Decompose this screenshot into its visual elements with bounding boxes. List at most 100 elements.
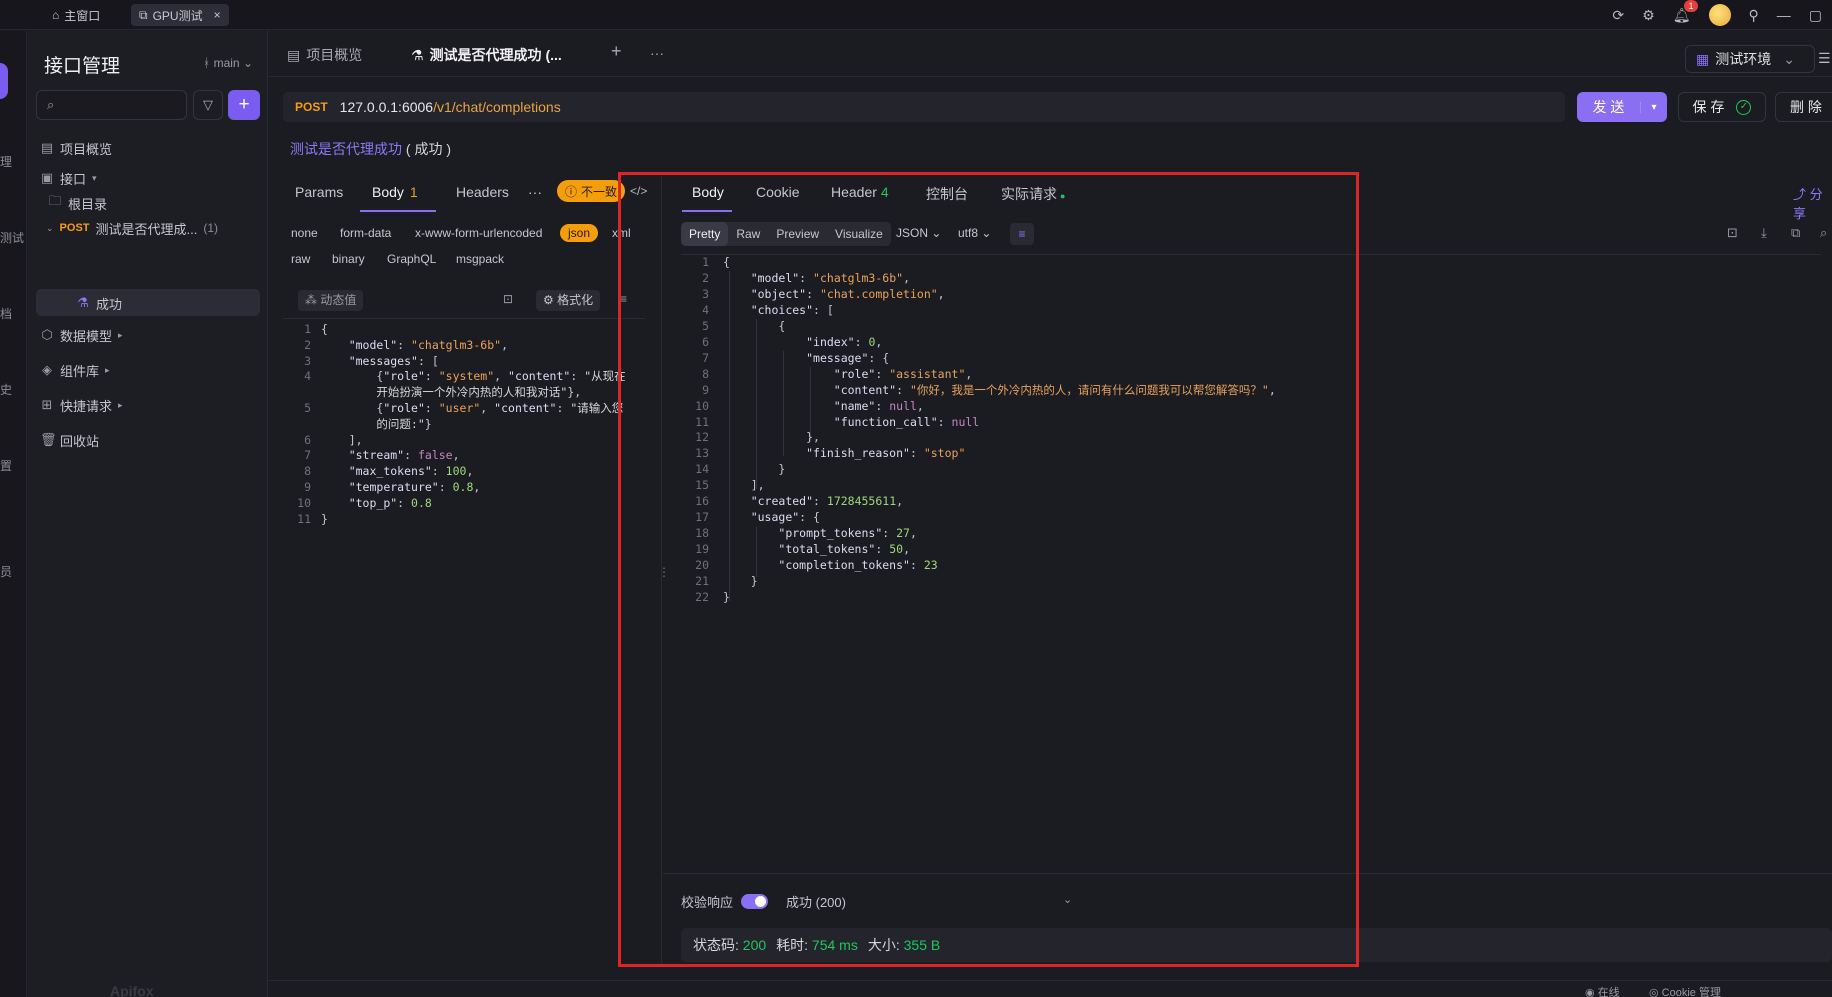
search-input[interactable]: ⌕: [36, 90, 187, 120]
request-body-editor[interactable]: 1{2 "model": "chatglm3-6b", 3 "messages":…: [283, 318, 645, 968]
rail-item[interactable]: 档: [0, 305, 12, 322]
environment-selector[interactable]: ▦ 测试环境 ⌄: [1685, 45, 1815, 73]
body-type-binary[interactable]: binary: [332, 252, 365, 266]
share-button[interactable]: ⤴ 分享: [1793, 184, 1832, 222]
format-select[interactable]: JSON ⌄: [896, 226, 941, 240]
case-name[interactable]: 测试是否代理成功: [290, 141, 402, 157]
wrap-icon[interactable]: ≡: [620, 292, 627, 306]
sidebar-item-root[interactable]: 🗀︎ 根目录: [48, 190, 107, 216]
tab-console[interactable]: 控制台: [926, 184, 968, 204]
window-tab-gpu[interactable]: ⧉ GPU测试 ×: [131, 4, 229, 26]
filter-button[interactable]: ▽: [193, 90, 223, 120]
close-icon[interactable]: ×: [214, 8, 221, 22]
sidebar-item-endpoint[interactable]: ⌄ POST 测试是否代理成... (1): [46, 215, 218, 241]
encoding-select[interactable]: utf8 ⌄: [958, 226, 991, 240]
tab-endpoint-case[interactable]: ⚗ 测试是否代理成功 (...: [411, 45, 562, 65]
copy-icon[interactable]: ⧉: [1791, 225, 1800, 241]
line-number: 9: [304, 480, 311, 494]
format-preview[interactable]: Preview: [768, 222, 827, 246]
format-raw[interactable]: Raw: [728, 222, 768, 246]
tab-label: Header: [831, 184, 877, 200]
cookie-icon: ◎: [1649, 987, 1662, 997]
new-tab-button[interactable]: +: [611, 41, 622, 62]
refresh-icon[interactable]: ⟳: [1612, 7, 1624, 24]
chevron-down-icon[interactable]: ▾: [1640, 101, 1667, 113]
body-type-raw[interactable]: raw: [291, 252, 310, 266]
url-input[interactable]: POST 127.0.0.1:6006/v1/chat/completions: [283, 92, 1565, 122]
tab-more[interactable]: ···: [528, 184, 542, 200]
gear-icon[interactable]: ⚙: [1642, 7, 1655, 24]
method-selector[interactable]: POST: [295, 100, 328, 114]
chevron-down-icon[interactable]: ⌄: [1063, 893, 1072, 906]
tab-cookie[interactable]: Cookie: [756, 184, 800, 200]
save-button[interactable]: 保 存 ✓: [1678, 92, 1766, 122]
body-type-form-data[interactable]: form-data: [340, 226, 391, 240]
code-line: 5 {"role": "user", "content": "请输入您: [283, 401, 645, 417]
online-status[interactable]: ◉ 在线: [1585, 984, 1620, 997]
line-number: 18: [695, 526, 709, 541]
tab-actual-request[interactable]: 实际请求 ●: [1001, 184, 1065, 204]
tab-params[interactable]: Params: [295, 184, 343, 200]
response-body-viewer[interactable]: 1{2 "model": "chatglm3-6b", 3 "object": "…: [681, 254, 1821, 864]
window-tab-main[interactable]: ⌂ 主窗口: [44, 4, 108, 26]
expand-icon[interactable]: ⊡: [503, 292, 513, 306]
body-type-graphql[interactable]: GraphQL: [387, 252, 436, 266]
maximize-icon[interactable]: ▢: [1809, 7, 1822, 24]
avatar[interactable]: [1708, 4, 1731, 26]
code-line: 2 "model": "chatglm3-6b",: [681, 271, 910, 287]
line-number: 12: [695, 430, 709, 445]
branch-selector[interactable]: ᚼ main ⌄: [203, 56, 253, 70]
body-type-urlencoded[interactable]: x-www-form-urlencoded: [415, 226, 542, 240]
inconsistency-badge[interactable]: ⓘ 不一致: [557, 180, 626, 202]
validate-toggle[interactable]: [741, 894, 769, 909]
rail-item[interactable]: 理: [0, 153, 12, 170]
code-text: 开始扮演一个外冷内热的人和我对话"},: [321, 385, 582, 400]
format-button[interactable]: ⚙ 格式化: [536, 290, 601, 311]
pin-icon[interactable]: ⚲: [1749, 7, 1759, 24]
code-text: {"role": "system", "content": "从现在: [376, 369, 626, 384]
sidebar-item-quick-request[interactable]: ⊞ 快捷请求 ▸: [40, 392, 123, 418]
body-type-none[interactable]: none: [291, 226, 318, 240]
tab-body[interactable]: Body 1: [372, 184, 418, 200]
tab-response-header[interactable]: Header 4: [831, 184, 889, 200]
tab-headers[interactable]: Headers: [456, 184, 509, 200]
tab-overview[interactable]: ▤ 项目概览: [287, 45, 362, 65]
sidebar-item-api[interactable]: ▣ 接口 ▾: [40, 165, 97, 191]
expand-icon[interactable]: ⊡: [1727, 225, 1738, 241]
download-icon[interactable]: ⤓: [1761, 225, 1767, 241]
code-text: {: [723, 255, 730, 269]
drag-handle-icon[interactable]: ⋮: [658, 565, 670, 579]
code-icon[interactable]: </>: [630, 184, 647, 198]
cookie-manager[interactable]: ◎ Cookie 管理: [1649, 984, 1721, 997]
menu-icon[interactable]: ☰: [1818, 50, 1831, 67]
tab-response-body[interactable]: Body: [692, 184, 724, 200]
search-icon[interactable]: ⌕: [1820, 225, 1827, 241]
sidebar-item-components[interactable]: ◈ 组件库 ▸: [40, 357, 110, 383]
tab-more-button[interactable]: ···: [650, 45, 664, 61]
format-visualize[interactable]: Visualize: [827, 222, 891, 246]
rail-item[interactable]: 史: [0, 381, 12, 398]
bell-icon[interactable]: 🔔︎ 1: [1673, 0, 1698, 24]
rail-item[interactable]: 测试: [0, 229, 24, 246]
delete-button[interactable]: 删 除: [1775, 92, 1832, 122]
sidebar-item-case[interactable]: ⚗ 成功: [76, 290, 122, 316]
minimize-icon[interactable]: —: [1777, 7, 1791, 23]
code-text: "stream": false,: [348, 448, 460, 463]
sidebar-item-trash[interactable]: 🗑︎ 回收站: [40, 427, 99, 453]
validate-result[interactable]: 成功 (200): [786, 892, 846, 911]
rail-item[interactable]: 置: [0, 457, 12, 474]
add-button[interactable]: +: [228, 90, 260, 120]
body-type-json[interactable]: json: [560, 224, 599, 242]
format-pretty[interactable]: Pretty: [681, 222, 729, 246]
body-type-msgpack[interactable]: msgpack: [456, 252, 504, 266]
time-label: 耗时:: [776, 937, 809, 953]
rail-item[interactable]: 员: [0, 563, 12, 580]
sidebar-item-models[interactable]: ⬡ 数据模型 ▸: [40, 322, 122, 348]
wrap-lines-icon[interactable]: ≡: [1010, 223, 1034, 245]
sidebar-item-overview[interactable]: ▤ 项目概览: [40, 135, 112, 161]
send-button[interactable]: 发 送 ▾: [1577, 92, 1667, 122]
code-text: ],: [348, 432, 363, 447]
dynamic-value-button[interactable]: ⁂ 动态值: [298, 290, 364, 311]
status-code-label: 状态码:: [693, 937, 739, 953]
body-type-xml[interactable]: xml: [612, 226, 631, 240]
